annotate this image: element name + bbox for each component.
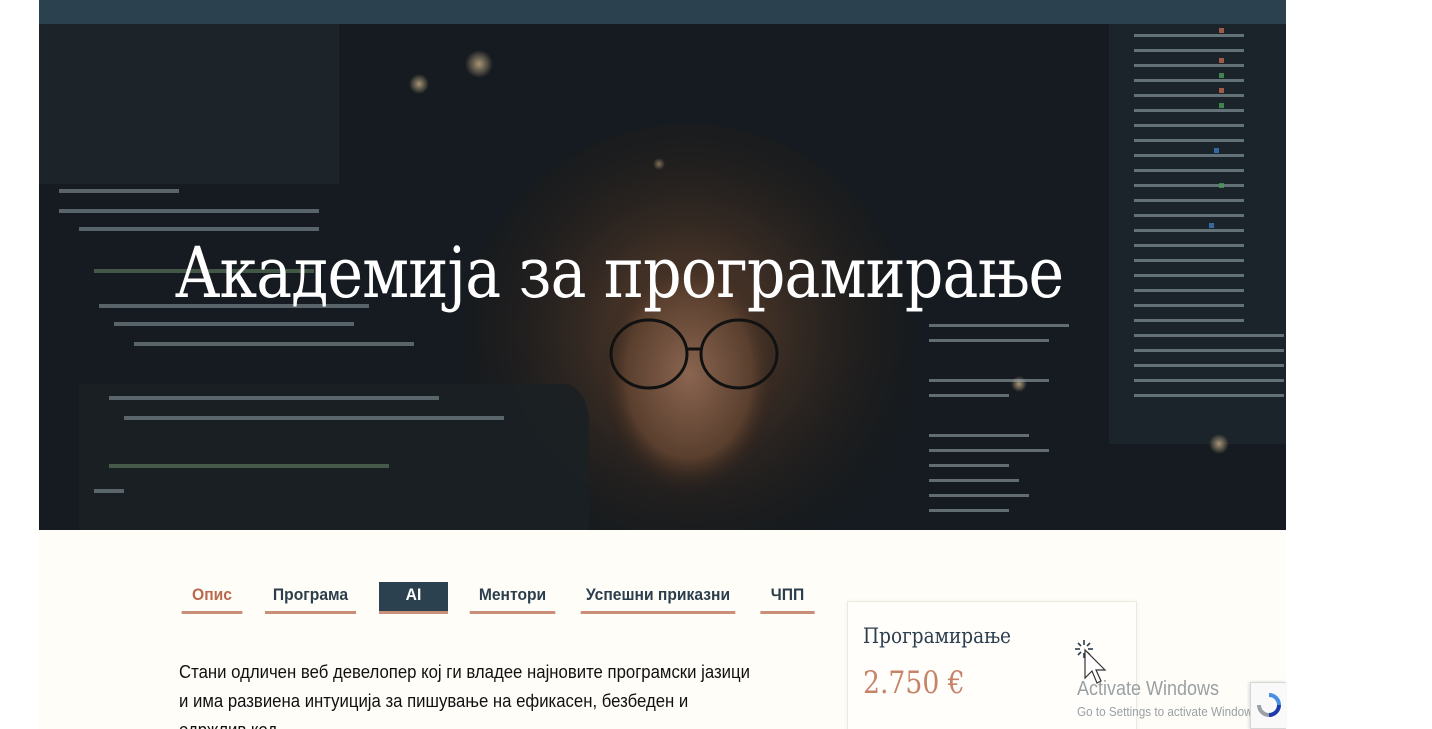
top-navigation-bar <box>39 0 1286 24</box>
watermark-subtitle: Go to Settings to activate Windows. <box>1077 704 1262 719</box>
course-name: Програмирање <box>863 624 1011 648</box>
recaptcha-badge[interactable] <box>1250 682 1286 729</box>
watermark-title: Activate Windows <box>1077 678 1220 700</box>
tab-success-stories[interactable]: Успешни приказни <box>580 582 736 614</box>
tab-description[interactable]: Опис <box>181 582 243 614</box>
course-description: Стани одличен веб девелопер кој ги владе… <box>179 662 750 729</box>
course-price: 2.750 € <box>863 665 965 701</box>
recaptcha-icon <box>1257 693 1281 717</box>
tab-ai[interactable]: AI <box>379 582 448 614</box>
tab-program[interactable]: Програма <box>264 582 357 614</box>
hero-banner: Академија за програмирање <box>39 24 1286 530</box>
tab-mentors[interactable]: Ментори <box>469 582 556 614</box>
hero-title: Академија за програмирање <box>174 232 1064 314</box>
tab-faq[interactable]: ЧПП <box>760 582 815 614</box>
